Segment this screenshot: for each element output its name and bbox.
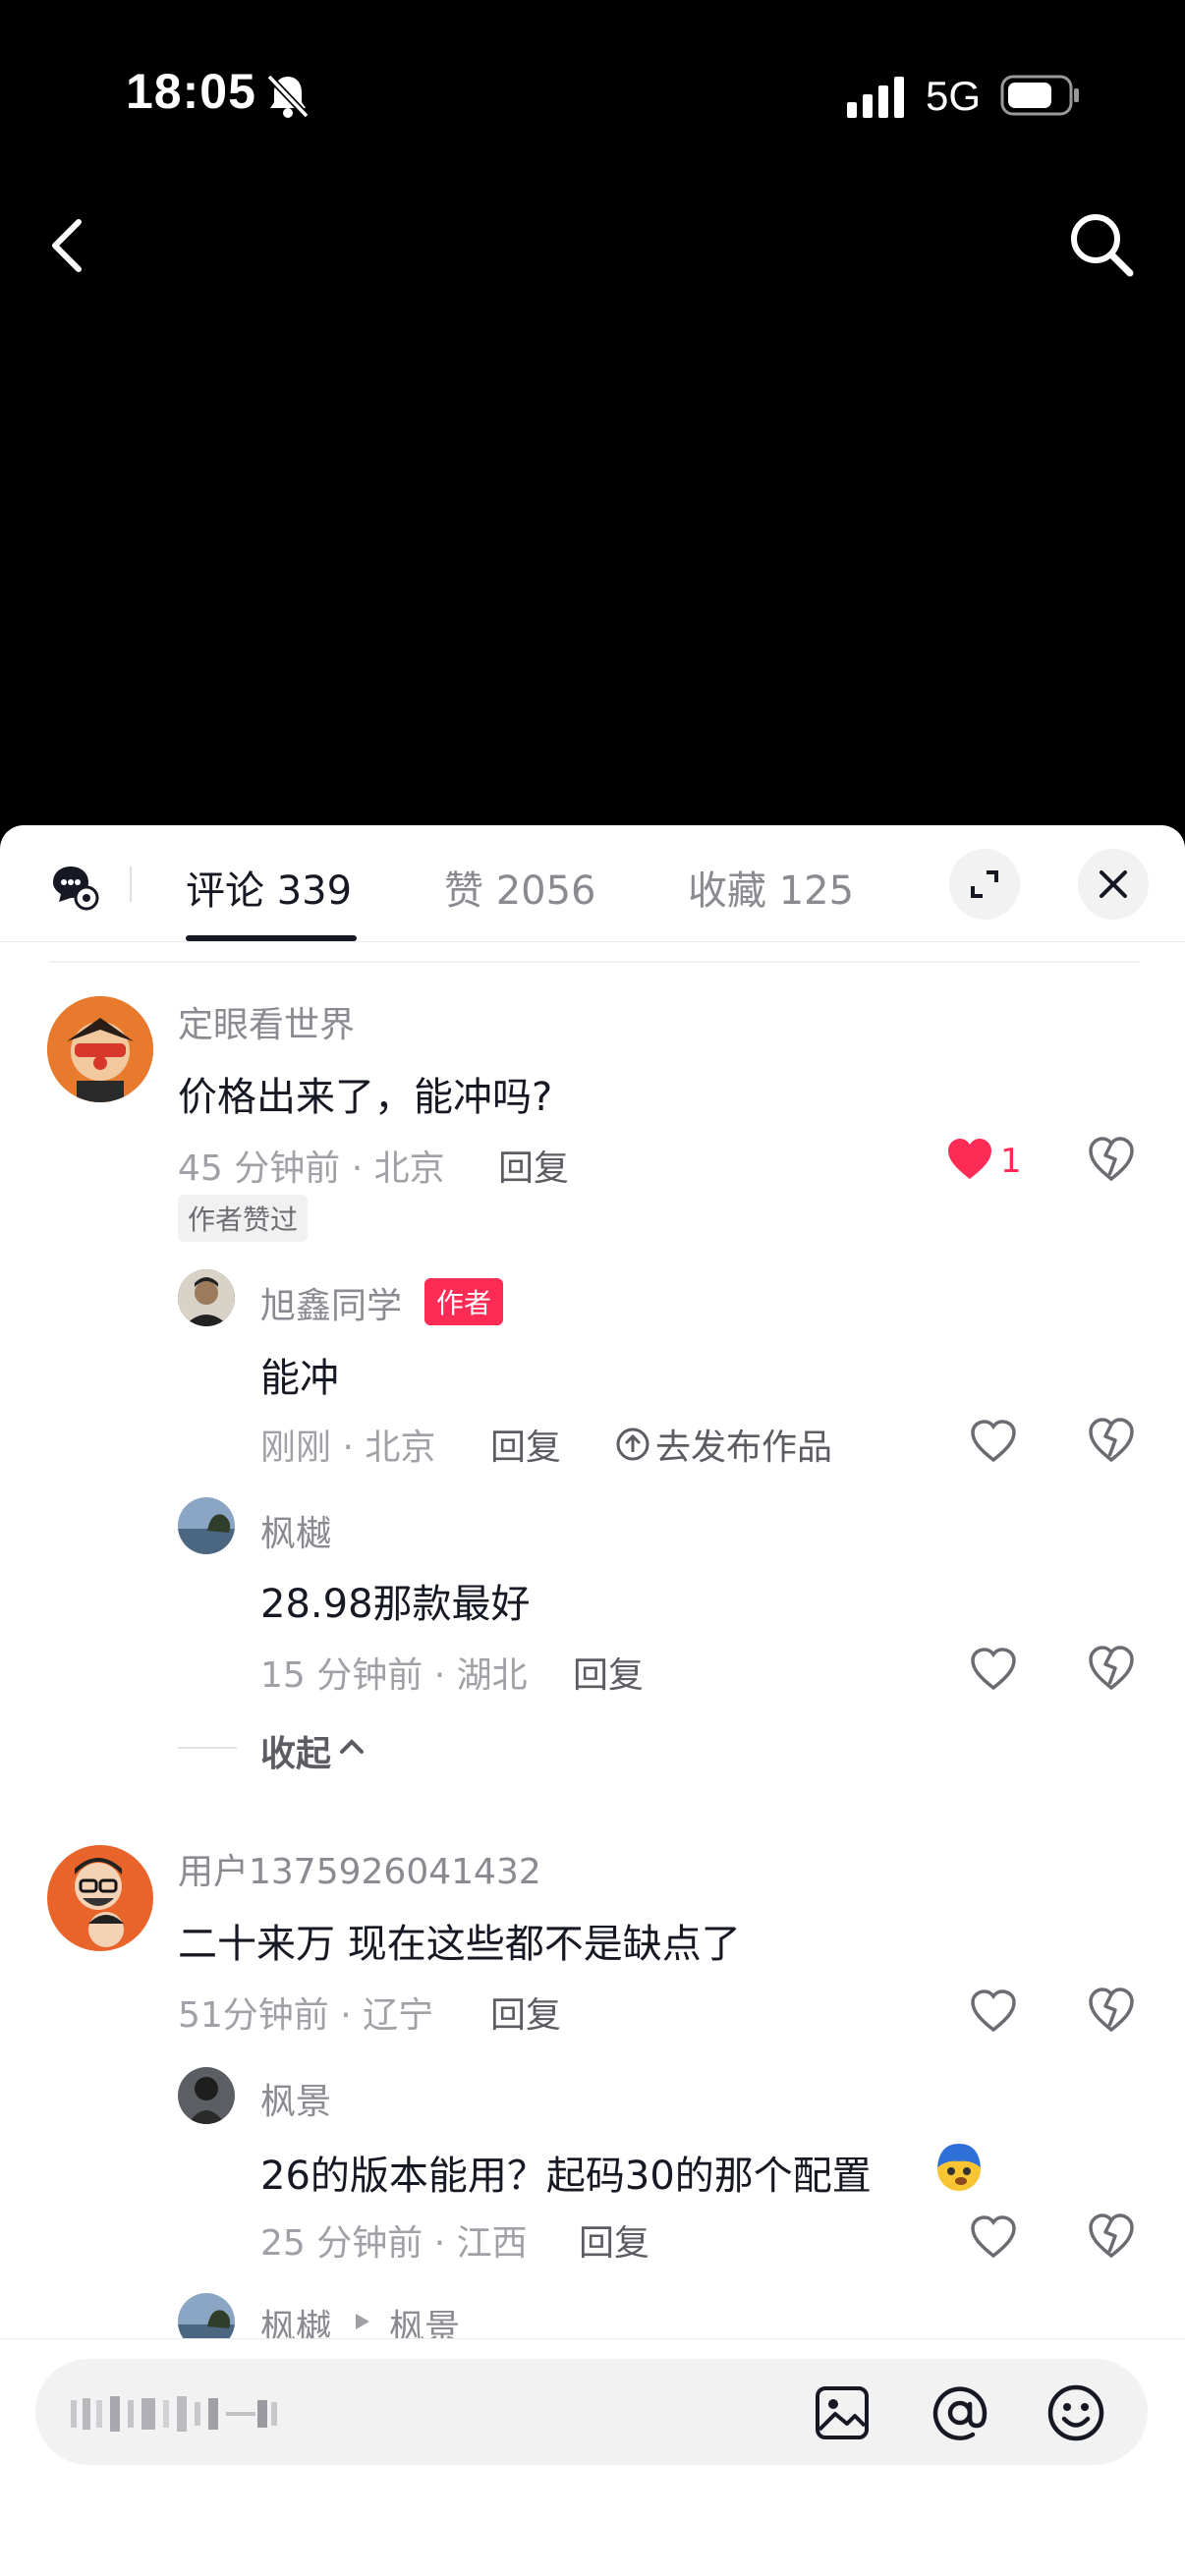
reply-author[interactable]: 枫景 <box>260 2073 331 2124</box>
tab-favorites[interactable]: 收藏 125 <box>688 859 854 916</box>
reply-author[interactable]: 旭鑫同学 <box>260 1277 402 1328</box>
status-time: 18:05 <box>126 64 256 119</box>
avatar[interactable] <box>47 996 153 1102</box>
avatar-cartoon-icon <box>47 996 153 1102</box>
collapse-button[interactable]: 收起 <box>260 1725 331 1776</box>
comment-text[interactable]: 二十来万 现在这些都不是缺点了 <box>178 1912 741 1969</box>
comment-sheet: 评论 339 赞 2056 收藏 125 定眼看世界 价格出来了，能冲吗? 45… <box>0 825 1185 2576</box>
tab-divider <box>130 867 132 902</box>
blurred-placeholder-icon <box>71 2396 277 2432</box>
image-icon[interactable] <box>814 2384 871 2441</box>
avatar-cartoon-icon <box>47 1845 153 1951</box>
reply-button[interactable]: 回复 <box>490 1987 561 2038</box>
reply-button[interactable]: 回复 <box>573 1647 644 1698</box>
mute-bell-icon <box>266 74 310 119</box>
search-icon[interactable] <box>1067 210 1136 279</box>
emoji-icon <box>937 2144 981 2191</box>
signal-icon <box>847 77 904 118</box>
heart-outline-icon[interactable] <box>970 1647 1017 1692</box>
author-liked-tag: 作者赞过 <box>178 1195 309 1242</box>
comment-input[interactable] <box>35 2359 1148 2465</box>
reply-text[interactable]: 26的版本能用？起码30的那个配置 <box>260 2144 872 2201</box>
expand-icon <box>971 870 998 898</box>
avatar-rider-icon <box>178 2067 235 2124</box>
dislike-icon[interactable] <box>1088 2212 1135 2260</box>
avatar[interactable] <box>47 1845 153 1951</box>
reply-button[interactable]: 回复 <box>490 1419 561 1470</box>
bot-chat-icon[interactable] <box>49 863 100 912</box>
reply-arrow-icon <box>356 2314 369 2329</box>
dislike-icon[interactable] <box>1088 1645 1135 1692</box>
heart-outline-icon[interactable] <box>970 1988 1017 2034</box>
comment-meta: 51分钟前 · 辽宁 <box>178 1995 434 2036</box>
close-icon <box>1100 870 1127 898</box>
avatar[interactable] <box>178 2067 235 2124</box>
emoji-smile-icon[interactable] <box>1045 2382 1106 2443</box>
reply-button[interactable]: 回复 <box>498 1140 569 1191</box>
collapse-line <box>178 1747 237 1749</box>
dislike-icon[interactable] <box>1088 1136 1135 1183</box>
comment-text[interactable]: 价格出来了，能冲吗? <box>178 1065 552 1122</box>
avatar[interactable] <box>178 1269 235 1326</box>
comment-author[interactable]: 定眼看世界 <box>178 996 355 1047</box>
close-button[interactable] <box>1078 849 1149 920</box>
comment-meta: 45 分钟前 · 北京 <box>178 1148 445 1189</box>
active-tab-underline <box>186 935 357 941</box>
reply-meta: 15 分钟前 · 湖北 <box>260 1655 528 1696</box>
reply-meta: 刚刚 · 北京 <box>260 1428 436 1468</box>
avatar-landscape-icon <box>178 1497 235 1554</box>
comment-author[interactable]: 用户1375926041432 <box>178 1843 541 1894</box>
dislike-icon[interactable] <box>1088 1417 1135 1464</box>
battery-icon <box>1000 75 1079 116</box>
author-badge: 作者 <box>424 1278 504 1325</box>
back-arrow-icon[interactable] <box>47 216 88 275</box>
reply-meta: 25 分钟前 · 江西 <box>260 2223 528 2264</box>
like-count: 1 <box>1000 1142 1022 1181</box>
tabs-bar: 评论 339 赞 2056 收藏 125 <box>0 825 1185 942</box>
comment-input-bar <box>0 2338 1185 2576</box>
divider <box>49 961 1140 963</box>
network-label: 5G <box>926 73 982 119</box>
avatar-person-icon <box>178 1269 235 1326</box>
upload-circle-icon <box>616 1428 649 1461</box>
reply-author[interactable]: 枫樾 <box>260 1505 331 1556</box>
heart-filled-icon[interactable] <box>946 1138 993 1181</box>
publish-work-link[interactable]: 去发布作品 <box>655 1419 832 1470</box>
tab-comments[interactable]: 评论 339 <box>186 859 352 916</box>
reply-text[interactable]: 能冲 <box>260 1346 339 1403</box>
reply-button[interactable]: 回复 <box>579 2214 649 2266</box>
heart-outline-icon[interactable] <box>970 1419 1017 1464</box>
expand-button[interactable] <box>949 849 1020 920</box>
avatar[interactable] <box>178 1497 235 1554</box>
chevron-up-icon[interactable] <box>338 1735 366 1757</box>
heart-outline-icon[interactable] <box>970 2214 1017 2260</box>
reply-text[interactable]: 28.98那款最好 <box>260 1572 531 1629</box>
at-mention-icon[interactable] <box>930 2382 990 2443</box>
tab-likes[interactable]: 赞 2056 <box>444 859 596 916</box>
dislike-icon[interactable] <box>1088 1987 1135 2034</box>
